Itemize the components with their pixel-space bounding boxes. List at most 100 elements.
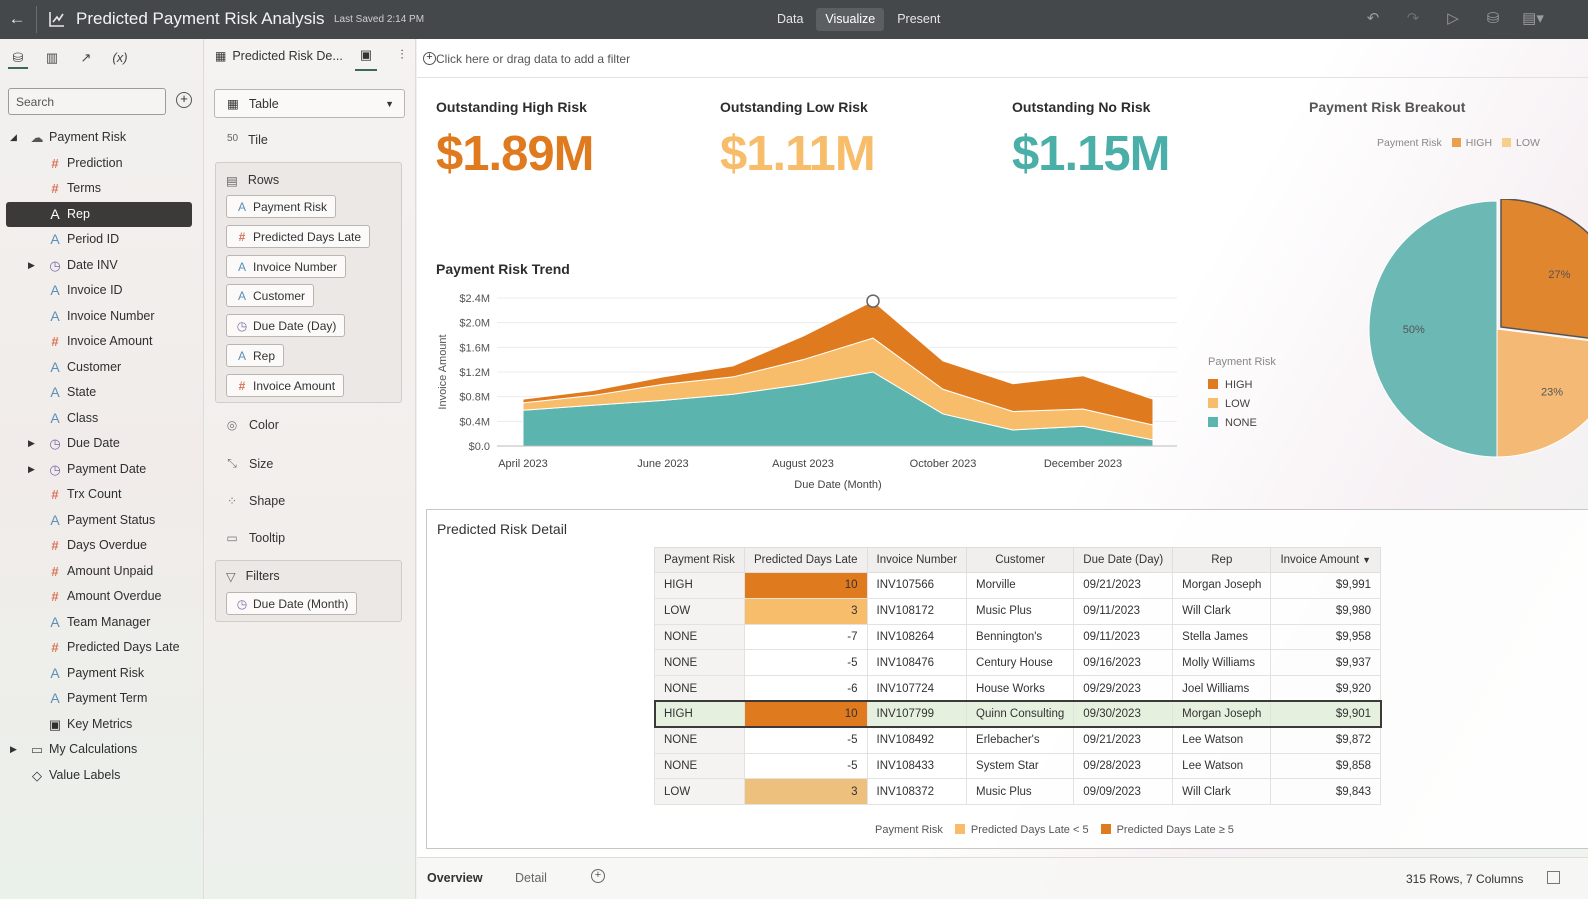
- tree-item[interactable]: ▶ ◷ Payment Date: [0, 457, 204, 483]
- tree-item[interactable]: # Predicted Days Late: [0, 635, 204, 661]
- tree-item[interactable]: # Trx Count: [0, 482, 204, 508]
- rows-pill[interactable]: A Customer: [226, 284, 315, 308]
- column-header[interactable]: Due Date (Day): [1073, 547, 1174, 573]
- properties-tab-icon[interactable]: ⫶: [391, 47, 413, 71]
- trend-area-chart[interactable]: $2.4M $2.0M $1.6M $1.2M $0.8M $0.4M $0.0 April …: [427, 284, 1297, 499]
- tree-item[interactable]: ▶ ◷ Date INV: [0, 253, 204, 279]
- rows-pill[interactable]: # Invoice Amount: [226, 373, 345, 397]
- column-header[interactable]: Invoice Amount ▼: [1270, 547, 1382, 573]
- caret-down-icon[interactable]: ◢: [10, 125, 17, 151]
- tree-item[interactable]: ▶ ▭ My Calculations: [0, 737, 204, 763]
- filters-drop-zone[interactable]: ▽ Filters ◷ Due Date (Month): [215, 560, 402, 622]
- caret-right-icon[interactable]: ▶: [28, 253, 35, 279]
- tree-item[interactable]: A Team Manager: [0, 610, 204, 636]
- save-icon[interactable]: ⛁: [1480, 9, 1506, 27]
- grid-view-icon[interactable]: [1547, 871, 1560, 884]
- tree-item[interactable]: A Invoice Number: [0, 304, 204, 330]
- viz-properties-header[interactable]: ▦ Predicted Risk De...: [215, 49, 343, 63]
- table-cell: 09/16/2023: [1073, 649, 1174, 677]
- table-row[interactable]: NONE -6 INV107724 House Works 09/29/2023 Joel…: [654, 675, 1382, 702]
- color-drop-target[interactable]: ◎ Color: [225, 418, 279, 432]
- redo-icon[interactable]: ↷: [1400, 9, 1426, 27]
- tree-item[interactable]: A Payment Risk: [0, 661, 204, 687]
- mode-visualize-tab[interactable]: Visualize: [816, 8, 885, 31]
- tree-item[interactable]: # Days Overdue: [0, 533, 204, 559]
- tree-item[interactable]: A Period ID: [0, 227, 204, 253]
- visualizations-tab-chart-icon[interactable]: ▥: [42, 47, 62, 69]
- play-icon[interactable]: ▷: [1440, 9, 1466, 27]
- pie-chart[interactable]: 27% 23% 50%: [1362, 199, 1588, 469]
- rows-drop-zone[interactable]: ▤ Rows A Payment Risk # Predicted Days Late…: [215, 162, 402, 403]
- workbook-title[interactable]: Predicted Payment Risk Analysis: [76, 9, 325, 29]
- rows-pill[interactable]: # Predicted Days Late: [226, 224, 371, 248]
- grammar-tab-icon[interactable]: ▣: [355, 47, 377, 71]
- tree-item[interactable]: A Invoice ID: [0, 278, 204, 304]
- hover-point-marker[interactable]: [866, 294, 880, 308]
- pie-slice-high[interactable]: [1500, 199, 1588, 343]
- size-drop-target[interactable]: ⤡ Size: [225, 456, 273, 471]
- tree-item[interactable]: # Terms: [0, 176, 204, 202]
- caret-right-icon[interactable]: ▶: [10, 737, 17, 763]
- column-header[interactable]: Payment Risk: [654, 547, 745, 573]
- filter-bar[interactable]: + Click here or drag data to add a filte…: [417, 39, 1588, 78]
- table-row[interactable]: NONE -7 INV108264 Bennington's 09/11/2023 Ste…: [654, 623, 1382, 651]
- viz-type-select[interactable]: ▦ Table ▼: [214, 89, 405, 118]
- rows-pill[interactable]: A Rep: [226, 344, 285, 367]
- column-header[interactable]: Invoice Number: [866, 547, 968, 573]
- tree-item[interactable]: A Customer: [0, 355, 204, 381]
- add-filter-plus-icon[interactable]: +: [423, 52, 436, 65]
- add-data-plus-icon[interactable]: +: [176, 92, 192, 108]
- tree-item[interactable]: # Prediction: [0, 151, 204, 177]
- table-row[interactable]: LOW 3 INV108372 Music Plus 09/09/2023 Will Cl…: [654, 778, 1382, 806]
- tree-item[interactable]: A Class: [0, 406, 204, 432]
- tree-item[interactable]: A Payment Status: [0, 508, 204, 534]
- mode-present-tab[interactable]: Present: [888, 8, 949, 31]
- tree-item[interactable]: # Invoice Amount: [0, 329, 204, 355]
- tab-detail[interactable]: Detail: [515, 871, 547, 885]
- tile-drop-target[interactable]: 50 Tile: [227, 133, 268, 147]
- table-row[interactable]: NONE -5 INV108433 System Star 09/28/2023 Lee …: [654, 752, 1382, 780]
- tree-item[interactable]: A State: [0, 380, 204, 406]
- data-search-input[interactable]: Search: [8, 88, 166, 115]
- tree-item[interactable]: ▶ ◷ Due Date: [0, 431, 204, 457]
- table-row[interactable]: HIGH 10 INV107799 Quinn Consulting 09/30/202…: [653, 700, 1382, 729]
- filter-bar-placeholder[interactable]: Click here or drag data to add a filter: [436, 52, 630, 66]
- rows-pill[interactable]: A Payment Risk: [226, 195, 337, 218]
- tree-item[interactable]: ◢ ☁ Payment Risk: [0, 125, 204, 151]
- calculations-tab-fx-icon[interactable]: (x): [110, 47, 130, 69]
- column-header[interactable]: Predicted Days Late: [743, 547, 868, 573]
- analytics-tab-trend-icon[interactable]: ↗: [76, 47, 96, 69]
- column-header[interactable]: Customer: [966, 547, 1075, 573]
- column-header[interactable]: Rep: [1172, 547, 1272, 573]
- table-row[interactable]: HIGH 10 INV107566 Morville 09/21/2023 Morgan …: [654, 572, 1382, 599]
- tree-item[interactable]: # Amount Unpaid: [0, 559, 204, 585]
- caret-right-icon[interactable]: ▶: [28, 457, 35, 483]
- menu-dropdown-icon[interactable]: ▤▾: [1520, 9, 1546, 27]
- sort-desc-icon[interactable]: ▼: [1362, 555, 1371, 565]
- rows-pill[interactable]: ◷ Due Date (Day): [226, 314, 346, 338]
- tree-item[interactable]: A Payment Term: [0, 686, 204, 712]
- tree-item[interactable]: A Rep: [6, 201, 192, 227]
- kpi-high-risk[interactable]: Outstanding High Risk $1.89M: [436, 99, 594, 182]
- pie-slice-none[interactable]: [1368, 200, 1498, 458]
- caret-right-icon[interactable]: ▶: [28, 431, 35, 457]
- kpi-low-risk[interactable]: Outstanding Low Risk $1.11M: [720, 99, 876, 182]
- table-row[interactable]: LOW 3 INV108172 Music Plus 09/11/2023 Will Cl…: [654, 597, 1382, 625]
- tree-item[interactable]: # Amount Overdue: [0, 584, 204, 610]
- tree-item[interactable]: ▣ Key Metrics: [0, 712, 204, 738]
- back-arrow-icon[interactable]: ←: [6, 8, 28, 30]
- tree-item[interactable]: ◇ Value Labels: [0, 763, 204, 789]
- mode-data-tab[interactable]: Data: [768, 8, 812, 31]
- undo-icon[interactable]: ↶: [1360, 9, 1386, 27]
- kpi-no-risk[interactable]: Outstanding No Risk $1.15M: [1012, 99, 1170, 182]
- table-row[interactable]: NONE -5 INV108476 Century House 09/16/2023 Mo…: [654, 649, 1382, 677]
- shape-drop-target[interactable]: ⁘ Shape: [225, 494, 285, 508]
- data-tab-database-icon[interactable]: ⛁: [8, 47, 28, 69]
- filter-pill[interactable]: ◷ Due Date (Month): [226, 592, 358, 615]
- tree-item-label: Date INV: [67, 257, 118, 272]
- table-row[interactable]: NONE -5 INV108492 Erlebacher's 09/21/2023 Lee…: [654, 726, 1382, 754]
- tooltip-drop-target[interactable]: ▭ Tooltip: [225, 531, 285, 545]
- rows-pill[interactable]: A Invoice Number: [226, 254, 347, 278]
- add-canvas-plus-icon[interactable]: +: [591, 869, 605, 883]
- tab-overview[interactable]: Overview: [427, 871, 483, 885]
